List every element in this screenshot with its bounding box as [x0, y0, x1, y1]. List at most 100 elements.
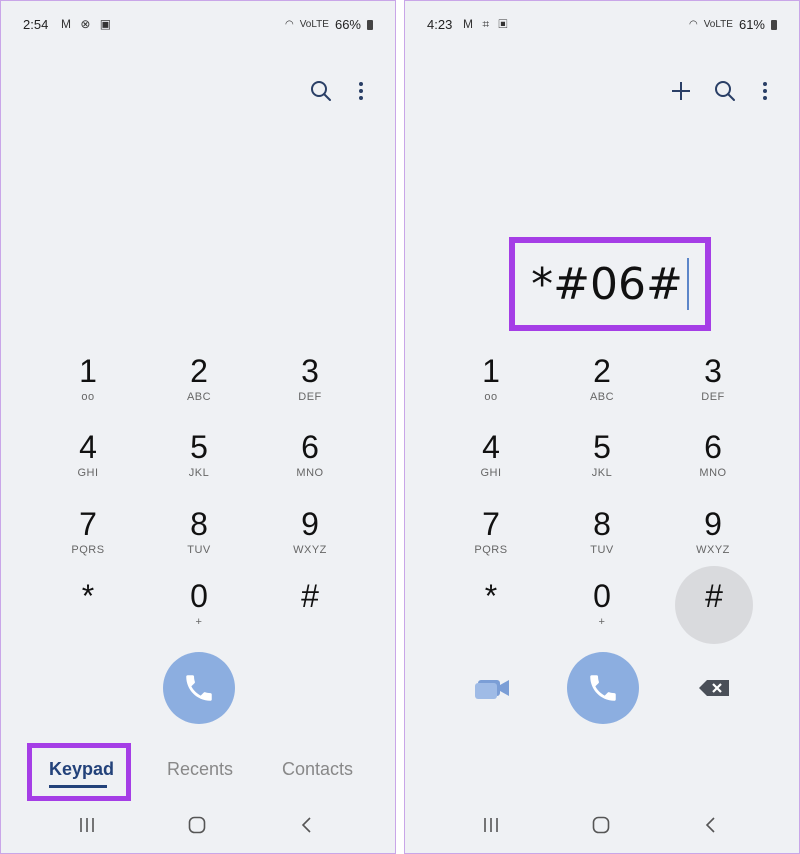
key-letters: JKL: [591, 467, 613, 479]
key-letters: WXYZ: [293, 544, 327, 556]
key-digit: 0: [593, 578, 611, 614]
key-letters: GHI: [480, 467, 502, 479]
key-hash[interactable]: #: [674, 566, 754, 650]
key-digit: 7: [482, 506, 500, 542]
recent-apps-icon[interactable]: [77, 815, 97, 841]
status-right: ◠ VoLTE 61%: [689, 17, 777, 32]
key-7[interactable]: 7 PQRS: [48, 504, 128, 578]
status-bar: 4:23 M ⌗ ▣ ◠ VoLTE 61%: [405, 1, 799, 47]
battery-icon: [771, 19, 777, 30]
key-4[interactable]: 4 GHI: [48, 427, 128, 501]
notification-icons: M ⊗ ▣: [61, 17, 115, 31]
key-letters: MNO: [699, 467, 727, 479]
key-0[interactable]: 0 +: [562, 576, 642, 650]
backspace-icon[interactable]: [695, 673, 735, 703]
navigation-bar: [405, 797, 799, 853]
call-button[interactable]: [567, 652, 639, 724]
tab-contacts[interactable]: Contacts: [282, 759, 353, 780]
back-icon[interactable]: [297, 815, 317, 841]
key-digit: 4: [482, 429, 500, 465]
key-letters: ABC: [589, 391, 615, 403]
left-phone-screen: 2:54 M ⊗ ▣ ◠ VoLTE 66% 1 oo 2 ABC 3 DEF 4 GH…: [0, 0, 396, 854]
voicemail-icon: oo: [81, 391, 95, 403]
key-8[interactable]: 8 TUV: [562, 504, 642, 578]
key-letters: ABC: [186, 391, 212, 403]
key-letters: +: [598, 616, 606, 628]
more-vertical-icon[interactable]: [349, 79, 373, 103]
key-1[interactable]: 1 oo: [451, 351, 531, 425]
key-0[interactable]: 0 +: [159, 576, 239, 650]
video-call-icon[interactable]: [473, 673, 513, 703]
key-3[interactable]: 3 DEF: [673, 351, 753, 425]
recent-apps-icon[interactable]: [481, 815, 501, 841]
bottom-tabs: Keypad Recents Contacts: [1, 743, 395, 801]
key-digit: 3: [301, 353, 319, 389]
key-digit: 6: [704, 429, 722, 465]
key-digit: 0: [190, 578, 208, 614]
more-vertical-icon[interactable]: [753, 79, 777, 103]
key-digit: 8: [190, 506, 208, 542]
key-letters: TUV: [590, 544, 614, 556]
key-8[interactable]: 8 TUV: [159, 504, 239, 578]
key-digit: 5: [190, 429, 208, 465]
key-letters: TUV: [187, 544, 211, 556]
key-hash[interactable]: #: [270, 576, 350, 650]
key-2[interactable]: 2 ABC: [562, 351, 642, 425]
signal-label: VoLTE: [703, 19, 733, 30]
key-digit: 4: [79, 429, 97, 465]
key-letters: PQRS: [71, 544, 105, 556]
key-star[interactable]: *: [48, 576, 128, 650]
key-3[interactable]: 3 DEF: [270, 351, 350, 425]
key-digit: #: [301, 578, 319, 614]
search-icon[interactable]: [713, 79, 737, 103]
key-digit: 2: [190, 353, 208, 389]
key-digit: 9: [301, 506, 319, 542]
battery-percent: 61%: [738, 17, 765, 32]
key-letters: +: [195, 616, 203, 628]
key-digit: 2: [593, 353, 611, 389]
key-star[interactable]: *: [451, 576, 531, 650]
phone-icon: [590, 675, 616, 701]
key-digit: 1: [482, 353, 500, 389]
dialed-number-field[interactable]: *#06#: [509, 237, 711, 331]
search-icon[interactable]: [309, 79, 333, 103]
key-digit: 7: [79, 506, 97, 542]
home-icon[interactable]: [187, 815, 207, 841]
key-digit: *: [81, 578, 95, 614]
key-6[interactable]: 6 MNO: [270, 427, 350, 501]
wifi-icon: ◠: [688, 19, 698, 30]
back-icon[interactable]: [701, 815, 721, 841]
tab-keypad-underline: [49, 785, 107, 788]
status-time: 2:54: [23, 17, 49, 32]
key-letters: GHI: [77, 467, 99, 479]
right-phone-screen: 4:23 M ⌗ ▣ ◠ VoLTE 61% *#06# 1 oo 2 ABC 3 D…: [404, 0, 800, 854]
key-7[interactable]: 7 PQRS: [451, 504, 531, 578]
key-digit: 3: [704, 353, 722, 389]
wifi-icon: ◠: [284, 19, 294, 30]
key-letters: MNO: [296, 467, 324, 479]
key-5[interactable]: 5 JKL: [562, 427, 642, 501]
status-right: ◠ VoLTE 66%: [285, 17, 373, 32]
status-bar: 2:54 M ⊗ ▣ ◠ VoLTE 66%: [1, 1, 395, 47]
notification-icons: M ⌗ ▣: [463, 17, 511, 31]
text-cursor: [686, 258, 689, 310]
voicemail-icon: oo: [484, 391, 498, 403]
key-2[interactable]: 2 ABC: [159, 351, 239, 425]
signal-label: VoLTE: [299, 19, 329, 30]
dialed-number: *#06#: [531, 258, 683, 310]
key-digit: 1: [79, 353, 97, 389]
key-1[interactable]: 1 oo: [48, 351, 128, 425]
key-4[interactable]: 4 GHI: [451, 427, 531, 501]
key-letters: WXYZ: [696, 544, 730, 556]
home-icon[interactable]: [591, 815, 611, 841]
key-6[interactable]: 6 MNO: [673, 427, 753, 501]
battery-percent: 66%: [334, 17, 361, 32]
key-digit: *: [484, 578, 498, 614]
key-9[interactable]: 9 WXYZ: [270, 504, 350, 578]
tab-recents[interactable]: Recents: [167, 759, 233, 780]
navigation-bar: [1, 797, 395, 853]
call-button[interactable]: [163, 652, 235, 724]
plus-icon[interactable]: [669, 79, 693, 103]
key-5[interactable]: 5 JKL: [159, 427, 239, 501]
tab-keypad[interactable]: Keypad: [49, 759, 114, 780]
